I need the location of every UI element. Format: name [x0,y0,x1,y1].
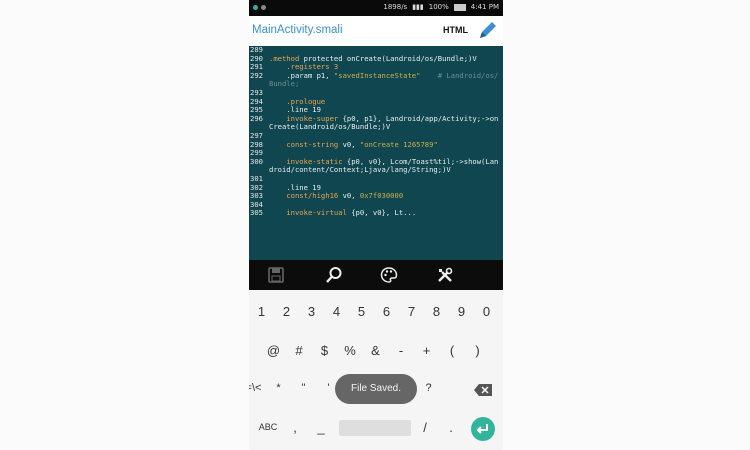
space-key[interactable] [339,420,411,436]
app-bar: MainActivity.smali HTML [249,16,503,46]
code-token: 0x7f030000 [359,191,404,201]
code-token: "savedInstanceState" [333,70,421,80]
code-line: 296 invoke-super {p0, p1}, Landroid/app/… [249,113,503,132]
backspace-icon[interactable] [474,384,492,396]
code-token: {p0, v0}, Lt... [346,208,417,218]
code-line: 292 .param p1, "savedInstanceState" # La… [249,70,503,89]
underscore-key[interactable]: _ [313,420,329,435]
key[interactable]: * [266,382,291,394]
code-token: invoke-virtual [269,208,347,218]
key[interactable]: 9 [449,304,474,319]
tools-icon[interactable] [436,266,454,284]
line-text: .param p1, "savedInstanceState" # Landro… [269,70,503,89]
key[interactable]: =\< [249,382,266,394]
status-bar: 1898/s ▮▮▮ 100% 4:41 PM [249,0,503,16]
html-button[interactable]: HTML [443,25,468,35]
key[interactable]: 1 [249,304,274,319]
period-key[interactable]: . [443,420,459,435]
key[interactable]: - [389,343,414,358]
code-token: v0, [338,139,360,149]
line-text: invoke-super {p0, p1}, Landroid/app/Acti… [269,114,503,132]
key[interactable]: " [291,382,316,394]
battery-percent: 100% [428,3,449,11]
line-number: 305 [250,208,263,218]
editor-toolbar [249,260,503,290]
key[interactable]: 8 [424,304,449,319]
code-token: const-string [269,139,339,149]
key[interactable]: ) [465,343,490,358]
line-number: 292 [250,70,263,80]
key[interactable]: + [414,343,439,358]
key[interactable]: ? [416,382,441,394]
code-line: 303 const/high16 v0, 0x7f030000 [249,191,503,201]
line-text: invoke-static {p0, v0}, Lcom/Toast%til;-… [269,157,503,175]
battery-icon [453,3,466,11]
file-title: MainActivity.smali [252,24,343,36]
toast-message: File Saved. [335,374,417,404]
code-token: "onCreate 1265789" [359,139,438,149]
key[interactable]: 5 [349,304,374,319]
line-text: invoke-virtual {p0, v0}, Lt... [269,208,503,218]
line-text: const-string v0, "onCreate 1265789" [269,139,503,150]
key[interactable]: 3 [299,304,324,319]
key[interactable]: ( [440,343,465,358]
comma-key[interactable]: , [287,420,303,435]
code-token: const/high16 [269,191,339,201]
abc-key[interactable]: ABC [255,422,281,432]
slash-key[interactable]: / [417,420,433,435]
key[interactable]: @ [261,343,286,358]
code-line: 305 invoke-virtual {p0, v0}, Lt... [249,208,503,218]
code-token: v0, [338,191,360,201]
enter-key[interactable] [471,417,495,441]
key[interactable]: $ [312,343,337,358]
line-number: 300 [250,156,263,166]
line-number: 296 [250,113,263,123]
phone-screen: 1898/s ▮▮▮ 100% 4:41 PM MainActivity.sma… [249,0,503,450]
save-icon[interactable] [267,266,285,284]
network-speed: 1898/s [383,3,408,11]
palette-icon[interactable] [380,266,398,284]
key[interactable]: 2 [274,304,299,319]
pencil-icon[interactable] [475,19,499,43]
key[interactable]: 0 [474,304,499,319]
line-text: const/high16 v0, 0x7f030000 [269,191,503,201]
key[interactable]: & [363,343,388,358]
clock: 4:41 PM [470,3,499,11]
code-line: 300 invoke-static {p0, v0}, Lcom/Toast%t… [249,156,503,175]
soft-keyboard: 1234567890 @#$%&-+() =\<*"':;!? ABC , _ … [249,290,503,450]
key[interactable]: 4 [324,304,349,319]
enter-icon [476,424,488,434]
key[interactable]: % [338,343,363,358]
search-icon[interactable] [325,266,343,284]
key[interactable]: # [287,343,312,358]
key[interactable]: 6 [374,304,399,319]
code-line: 298 const-string v0, "onCreate 1265789" [249,139,503,150]
signal-icon: ▮▮▮ [412,3,424,11]
code-editor[interactable]: 289 290 .method protected onCreate(Landroi… [249,46,503,260]
key[interactable]: 7 [399,304,424,319]
notification-icons [253,5,266,10]
